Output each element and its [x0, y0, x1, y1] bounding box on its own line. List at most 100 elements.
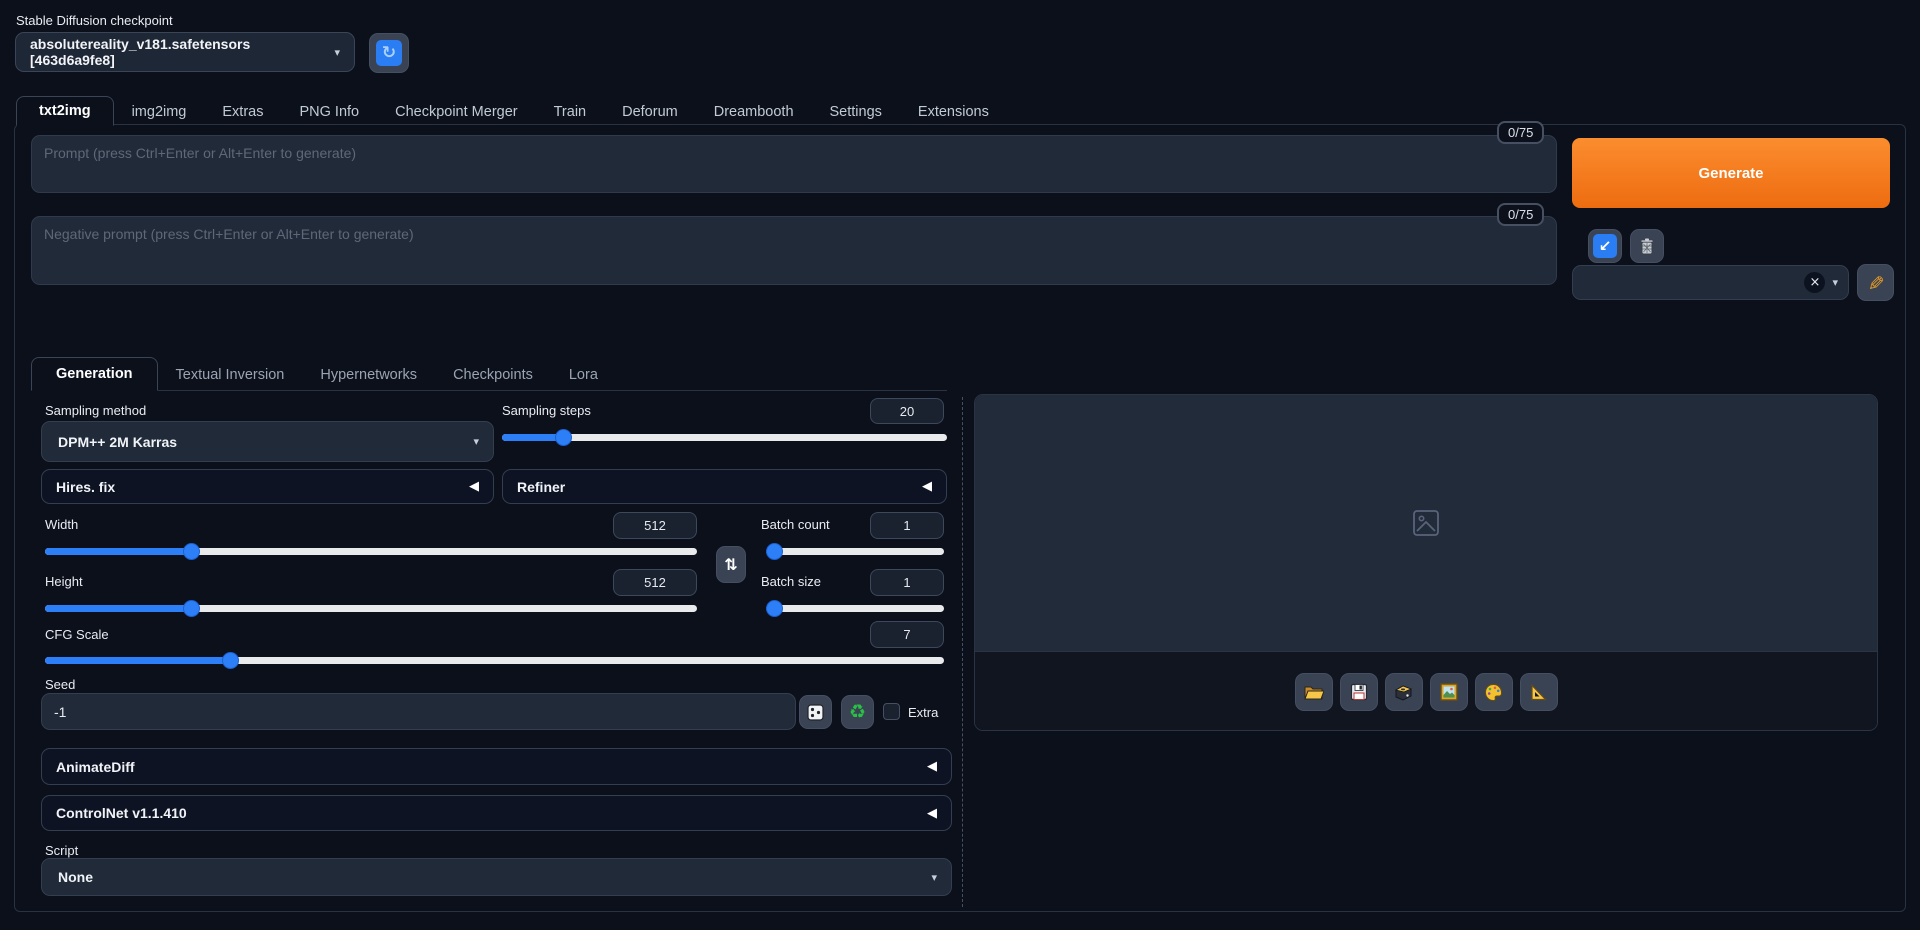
paste-generation-params-button[interactable]: ↙ — [1588, 229, 1622, 263]
tab-hypernetworks[interactable]: Hypernetworks — [302, 359, 435, 391]
sampling-steps-slider[interactable] — [502, 428, 947, 446]
chevron-down-icon: ▾ — [1832, 276, 1838, 289]
pencil-icon: ✎ — [1863, 274, 1887, 291]
negative-prompt-token-counter: 0/75 — [1497, 203, 1544, 226]
batch-count-numbox[interactable] — [870, 512, 944, 539]
tab-lora[interactable]: Lora — [551, 359, 616, 391]
negative-prompt-input[interactable] — [32, 217, 1556, 284]
column-resize-handle[interactable] — [962, 397, 964, 907]
tab-textual-inversion[interactable]: Textual Inversion — [158, 359, 303, 391]
save-image-button[interactable] — [1340, 673, 1378, 711]
edit-styles-button[interactable]: ✎ — [1857, 264, 1894, 301]
cfg-scale-numbox[interactable] — [870, 621, 944, 648]
negative-prompt-box — [31, 216, 1557, 285]
checkpoint-value: absolutereality_v181.safetensors [463d6a… — [30, 36, 334, 68]
height-value[interactable] — [613, 569, 697, 596]
seed-box[interactable] — [41, 693, 796, 730]
tab-checkpoints[interactable]: Checkpoints — [435, 359, 551, 391]
width-label: Width — [45, 517, 78, 532]
sampling-method-label: Sampling method — [45, 403, 146, 418]
sampling-steps-numbox[interactable] — [870, 398, 944, 424]
slider-track[interactable] — [766, 548, 944, 555]
chevron-down-icon: ▾ — [473, 435, 479, 448]
tab-dreambooth[interactable]: Dreambooth — [696, 98, 812, 126]
styles-input[interactable] — [1573, 266, 1773, 299]
sub-tab-bar: Generation Textual Inversion Hypernetwor… — [31, 353, 616, 391]
slider-thumb[interactable] — [183, 600, 200, 617]
zip-box-icon — [1393, 682, 1414, 703]
trash-icon — [1637, 236, 1657, 256]
checkpoint-label: Stable Diffusion checkpoint — [16, 13, 173, 28]
controlnet-accordion[interactable]: ControlNet v1.1.410 ◀ — [41, 795, 952, 831]
script-label: Script — [45, 843, 78, 858]
extra-seed-checkbox[interactable] — [883, 703, 900, 720]
gallery-toolbar — [975, 651, 1877, 731]
batch-size-value[interactable] — [870, 569, 944, 596]
cfg-scale-value[interactable] — [870, 621, 944, 648]
swap-icon: ⇅ — [724, 555, 737, 574]
sampling-method-dropdown[interactable]: DPM++ 2M Karras ▾ — [41, 421, 494, 462]
send-to-img2img-button[interactable] — [1430, 673, 1468, 711]
slider-thumb[interactable] — [766, 600, 783, 617]
checkpoint-dropdown[interactable]: absolutereality_v181.safetensors [463d6a… — [15, 32, 355, 72]
seed-input[interactable] — [41, 693, 796, 730]
script-value: None — [42, 869, 93, 885]
sub-tab-underline — [31, 390, 947, 392]
clear-styles-icon[interactable]: × — [1804, 272, 1825, 293]
tab-deforum[interactable]: Deforum — [604, 98, 696, 126]
swap-width-height-button[interactable]: ⇅ — [716, 546, 746, 583]
image-placeholder-icon — [1411, 508, 1441, 538]
open-folder-button[interactable] — [1295, 673, 1333, 711]
tab-png-info[interactable]: PNG Info — [281, 98, 377, 126]
tab-train[interactable]: Train — [536, 98, 605, 126]
extra-seed-label: Extra — [908, 705, 938, 720]
width-numbox[interactable] — [613, 512, 697, 539]
refresh-icon: ↻ — [376, 40, 402, 66]
cfg-scale-slider[interactable] — [45, 651, 944, 669]
height-numbox[interactable] — [613, 569, 697, 596]
tab-img2img[interactable]: img2img — [114, 98, 205, 126]
generate-button[interactable]: Generate — [1572, 138, 1890, 208]
prompt-input[interactable] — [32, 136, 1556, 192]
tab-checkpoint-merger[interactable]: Checkpoint Merger — [377, 98, 536, 126]
accordion-collapsed-icon: ◀ — [469, 479, 479, 494]
chevron-down-icon: ▾ — [931, 871, 937, 884]
accordion-collapsed-icon: ◀ — [927, 759, 937, 774]
hires-fix-accordion[interactable]: Hires. fix ◀ — [41, 469, 494, 504]
refiner-accordion[interactable]: Refiner ◀ — [502, 469, 947, 504]
width-slider[interactable] — [45, 542, 697, 560]
width-value[interactable] — [613, 512, 697, 539]
triangle-ruler-icon — [1528, 682, 1549, 703]
sampling-steps-value[interactable] — [870, 398, 944, 424]
tab-generation[interactable]: Generation — [31, 357, 158, 391]
height-label: Height — [45, 574, 83, 589]
slider-thumb[interactable] — [222, 652, 239, 669]
styles-dropdown[interactable]: × ▾ — [1572, 265, 1849, 300]
txt2img-panel: 0/75 0/75 Generate ↙ × ▾ ✎ Generation Te… — [14, 124, 1906, 912]
tab-txt2img[interactable]: txt2img — [16, 96, 114, 126]
sampling-steps-label: Sampling steps — [502, 403, 591, 418]
refresh-checkpoint-button[interactable]: ↻ — [369, 33, 409, 73]
animatediff-accordion[interactable]: AnimateDiff ◀ — [41, 748, 952, 785]
main-tab-bar: txt2img img2img Extras PNG Info Checkpoi… — [16, 97, 1007, 126]
batch-count-slider[interactable] — [766, 542, 944, 560]
send-to-extras-button[interactable] — [1520, 673, 1558, 711]
slider-track[interactable] — [766, 605, 944, 612]
prompt-box — [31, 135, 1557, 193]
tab-extras[interactable]: Extras — [204, 98, 281, 126]
height-slider[interactable] — [45, 599, 697, 617]
reuse-seed-button[interactable]: ♻ — [841, 695, 874, 729]
batch-size-numbox[interactable] — [870, 569, 944, 596]
tab-settings[interactable]: Settings — [812, 98, 900, 126]
batch-count-value[interactable] — [870, 512, 944, 539]
slider-thumb[interactable] — [183, 543, 200, 560]
script-dropdown[interactable]: None ▾ — [41, 858, 952, 896]
send-to-inpaint-button[interactable] — [1475, 673, 1513, 711]
slider-thumb[interactable] — [766, 543, 783, 560]
clear-prompt-button[interactable] — [1630, 229, 1664, 263]
batch-size-slider[interactable] — [766, 599, 944, 617]
random-seed-button[interactable] — [799, 695, 832, 729]
tab-extensions[interactable]: Extensions — [900, 98, 1007, 126]
save-zip-button[interactable] — [1385, 673, 1423, 711]
slider-thumb[interactable] — [555, 429, 572, 446]
